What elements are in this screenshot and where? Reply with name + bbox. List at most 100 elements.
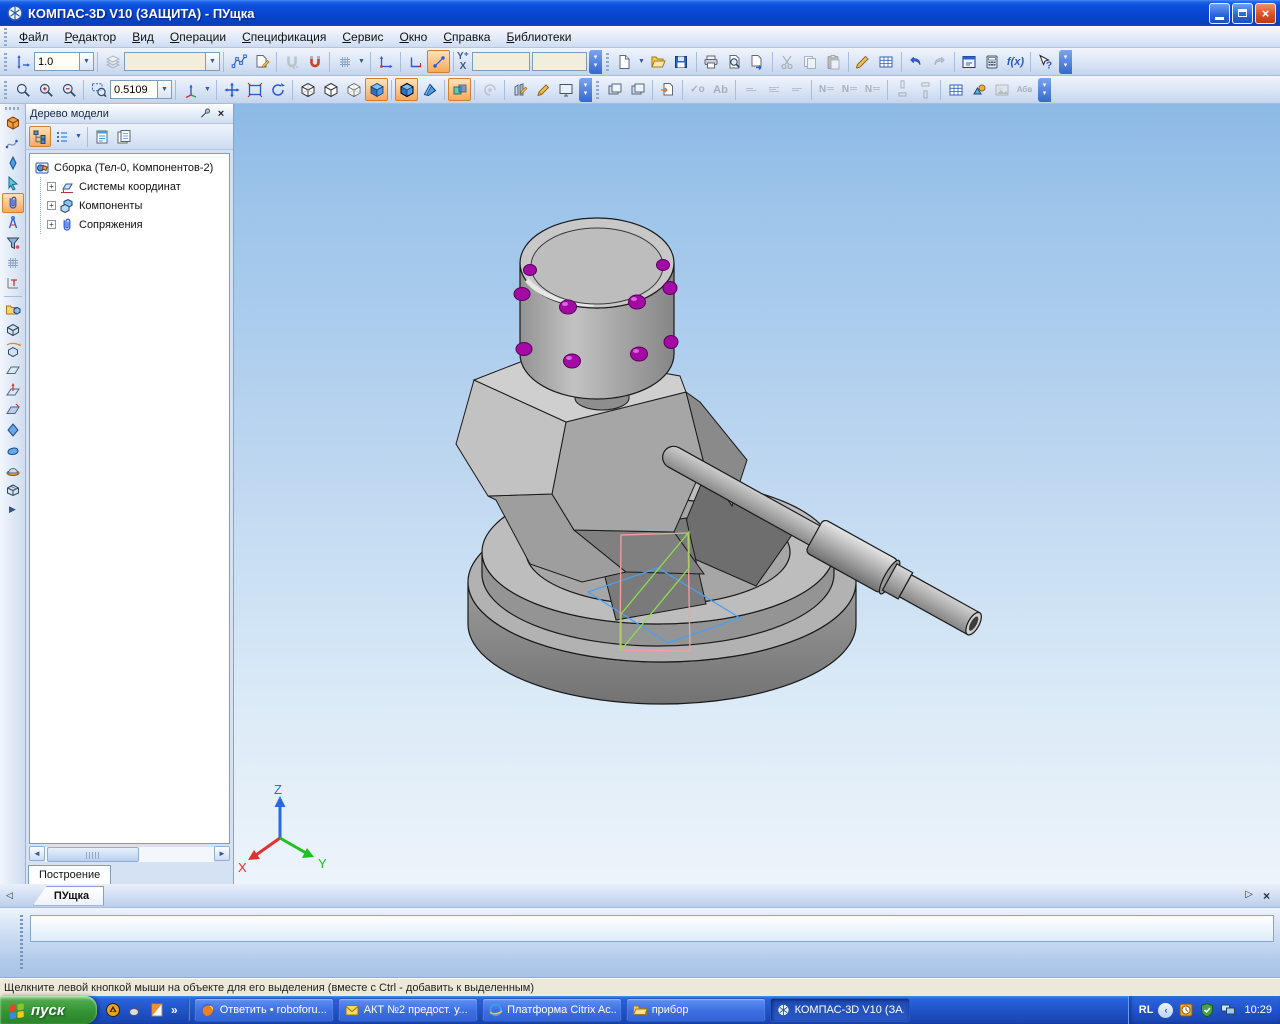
auxiliary-geometry-button[interactable]	[2, 173, 24, 193]
standard-toolbar-grip[interactable]	[606, 53, 609, 71]
spatial-curves-button[interactable]	[2, 133, 24, 153]
geometry-folder-button[interactable]	[2, 300, 24, 320]
task-citrix[interactable]: Платформа Citrix Ac...	[482, 998, 622, 1022]
new-document-dropdown[interactable]: ▼	[636, 51, 647, 72]
open-button[interactable]	[647, 50, 670, 73]
spec-table-button[interactable]	[944, 78, 967, 101]
expander-icon[interactable]: +	[47, 220, 56, 229]
numbering-2-button[interactable]: N	[838, 78, 861, 101]
expander-icon[interactable]: +	[47, 201, 56, 210]
tree-item-coordinate-systems[interactable]: + Системы координат	[41, 177, 227, 196]
numbering-3-button[interactable]: N	[861, 78, 884, 101]
text-style-button[interactable]: Ab	[709, 78, 732, 101]
plane-button[interactable]	[2, 360, 24, 380]
tab-scroll-right-icon[interactable]: ▷	[1245, 889, 1253, 903]
scroll-right-button[interactable]: ►	[214, 846, 230, 861]
tab-close-icon[interactable]: ×	[1263, 889, 1270, 903]
sketch-button[interactable]	[531, 78, 554, 101]
image-button[interactable]	[990, 78, 1013, 101]
mates-panel-button[interactable]	[2, 193, 24, 213]
tray-clock-icon[interactable]	[1178, 1002, 1194, 1018]
placement-button[interactable]	[554, 78, 577, 101]
zoom-in-button[interactable]	[34, 78, 57, 101]
coord-x-field[interactable]	[472, 52, 530, 71]
menu-item-file[interactable]: Файл	[11, 27, 57, 47]
sketch-edit-button[interactable]	[250, 50, 273, 73]
tree-report-copy-button[interactable]	[113, 126, 135, 147]
align-middle-button[interactable]	[762, 78, 785, 101]
tree-root-row[interactable]: Сборка (Тел-0, Компонентов-2)	[32, 158, 227, 177]
tab-scroll-left-icon[interactable]: ◁	[0, 890, 19, 901]
variables-button[interactable]	[958, 50, 981, 73]
step-dropdown[interactable]: ▼	[79, 52, 94, 71]
print-button[interactable]	[700, 50, 723, 73]
tree-close-button[interactable]: ×	[213, 106, 229, 121]
polyline-edit-button[interactable]	[227, 50, 250, 73]
trajectory-button[interactable]	[478, 78, 501, 101]
task-kompas[interactable]: КОМПАС-3D V10 (ЗА...	[770, 998, 910, 1022]
language-indicator[interactable]: RL	[1139, 1004, 1154, 1016]
toolbar1-grip[interactable]	[4, 53, 7, 71]
revolve-button[interactable]	[2, 340, 24, 360]
local-cs-button[interactable]	[374, 50, 397, 73]
save-button[interactable]	[670, 50, 693, 73]
fit-all-button[interactable]	[243, 78, 266, 101]
scale-input[interactable]	[110, 80, 158, 99]
tile-windows-button[interactable]	[626, 78, 649, 101]
row-down-button[interactable]: ▭▯	[914, 78, 937, 101]
zoom-out-button[interactable]	[57, 78, 80, 101]
spell-check-button[interactable]: ✓o	[686, 78, 709, 101]
spec-toolbar-overflow[interactable]: ▾▾	[1038, 78, 1051, 102]
tree-report-button[interactable]	[91, 126, 113, 147]
new-window-button[interactable]	[603, 78, 626, 101]
align-bottom-button[interactable]	[785, 78, 808, 101]
copy-button[interactable]	[799, 50, 822, 73]
tree-hscrollbar[interactable]: ◄ ►	[29, 846, 230, 862]
rebuild-button[interactable]	[508, 78, 531, 101]
calculator-button[interactable]	[981, 50, 1004, 73]
redo-button[interactable]	[928, 50, 951, 73]
undo-button[interactable]	[905, 50, 928, 73]
standard-toolbar-overflow[interactable]: ▾▾	[1059, 50, 1072, 74]
boss-button[interactable]	[2, 460, 24, 480]
grid-button[interactable]	[333, 50, 356, 73]
tray-collapse-button[interactable]: ‹	[1158, 1003, 1173, 1018]
insert-document-button[interactable]	[656, 78, 679, 101]
property-bar-grip[interactable]	[20, 915, 23, 970]
extrude-button[interactable]	[2, 320, 24, 340]
task-mail[interactable]: АКТ №2 предост. у...	[338, 998, 478, 1022]
scale-dropdown[interactable]: ▼	[157, 80, 172, 99]
specification-panel-button[interactable]	[2, 253, 24, 273]
text-abv-button[interactable]: Абв	[1013, 78, 1036, 101]
paste-button[interactable]	[822, 50, 845, 73]
tray-network-icon[interactable]	[1220, 1002, 1236, 1018]
quick-launch-mouse-icon[interactable]	[127, 1002, 143, 1018]
scroll-left-button[interactable]: ◄	[29, 846, 45, 861]
tab-construction[interactable]: Построение	[28, 865, 111, 884]
pan-button[interactable]	[220, 78, 243, 101]
tray-shield-icon[interactable]	[1199, 1002, 1215, 1018]
tree-item-mates[interactable]: + Сопряжения	[41, 215, 227, 234]
quick-launch-antivirus-icon[interactable]	[105, 1002, 121, 1018]
cut-button[interactable]	[776, 50, 799, 73]
panel-expand-arrow[interactable]: ▶	[9, 504, 16, 515]
fillet-button[interactable]	[2, 440, 24, 460]
wireframe-button[interactable]	[296, 78, 319, 101]
menu-item-editor[interactable]: Редактор	[57, 27, 125, 47]
layers-button[interactable]	[101, 50, 124, 73]
document-tab-pushka[interactable]: ПУщка	[33, 886, 104, 906]
scroll-track[interactable]	[45, 846, 214, 862]
view-toolbar-overflow[interactable]: ▾▾	[579, 78, 592, 102]
context-help-button[interactable]	[1034, 50, 1057, 73]
simplified-display-button[interactable]	[448, 78, 471, 101]
spec-toolbar-grip[interactable]	[596, 81, 599, 99]
zoom-area-button[interactable]	[87, 78, 110, 101]
send-task-button[interactable]	[746, 50, 769, 73]
menu-item-libraries[interactable]: Библиотеки	[498, 27, 579, 47]
grid-dropdown[interactable]: ▼	[356, 51, 367, 72]
shaded-edges-button[interactable]	[395, 78, 418, 101]
model-tree-view[interactable]: Сборка (Тел-0, Компонентов-2) + Системы …	[29, 153, 230, 844]
ortho-button[interactable]	[404, 50, 427, 73]
tree-composition-dropdown[interactable]: ▼	[73, 126, 84, 147]
snap-settings-button[interactable]	[280, 50, 303, 73]
